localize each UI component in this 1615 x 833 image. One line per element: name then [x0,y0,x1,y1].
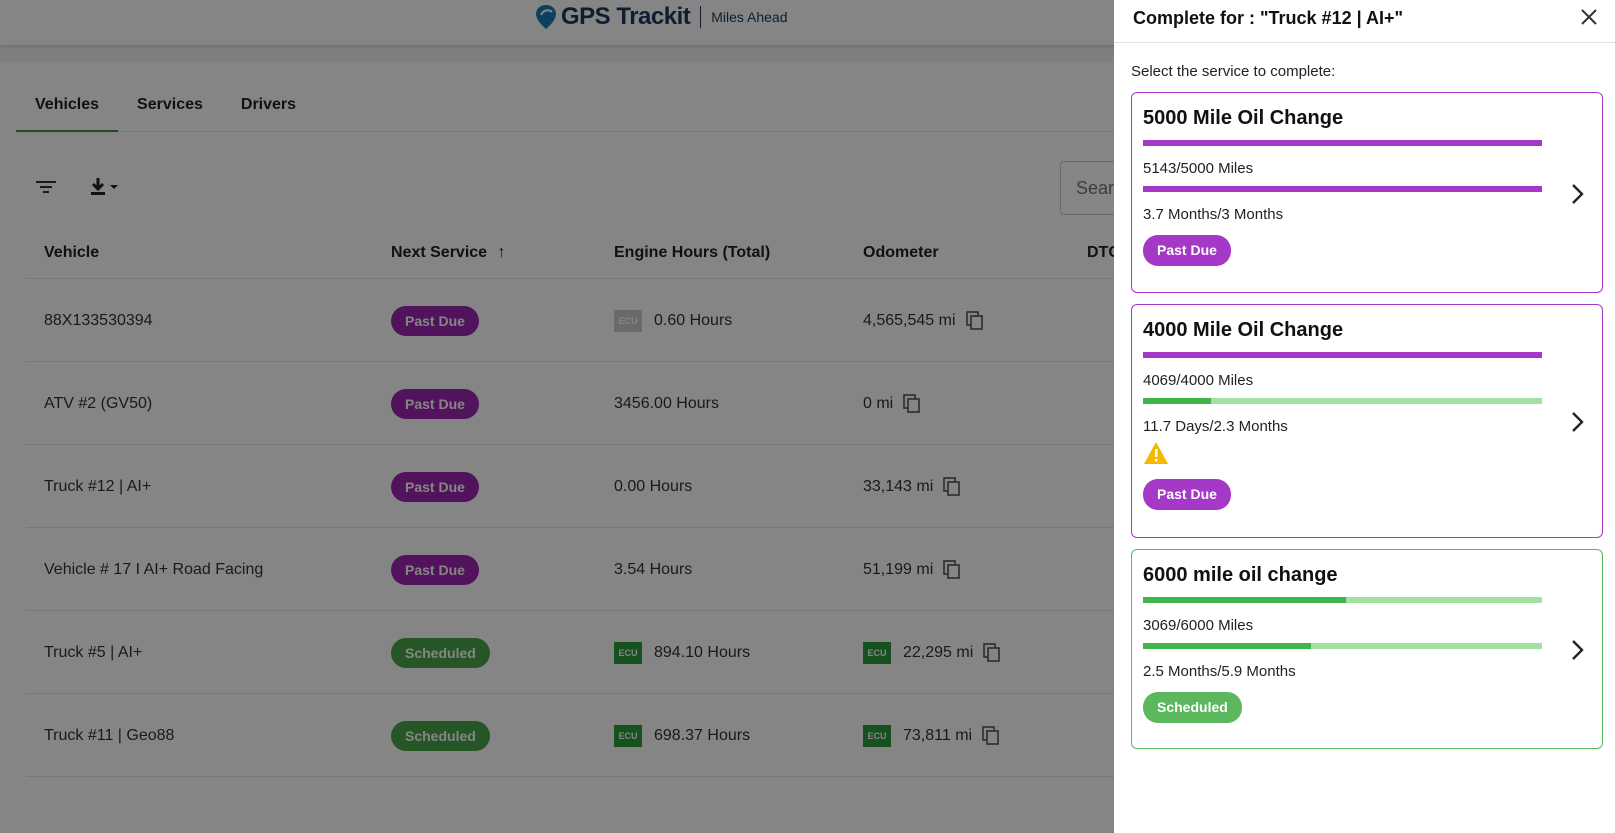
miles-text: 5143/5000 Miles [1143,160,1254,177]
miles-progress-bar [1143,398,1542,404]
status-badge: Past Due [1143,479,1231,510]
service-title: 5000 Mile Oil Change [1143,107,1344,129]
title-progress-fill [1143,352,1542,358]
service-title: 4000 Mile Oil Change [1143,319,1344,341]
miles-text: 4069/4000 Miles [1143,372,1254,389]
chevron-right-icon[interactable] [1569,638,1587,662]
title-progress-bar [1143,597,1542,603]
status-badge: Past Due [1143,235,1231,266]
title-progress-fill [1143,597,1347,603]
service-card[interactable]: 5000 Mile Oil Change 5143/5000 Miles 3.7… [1131,92,1603,293]
miles-text: 3069/6000 Miles [1143,617,1254,634]
miles-progress-bar [1143,643,1542,649]
time-text: 11.7 Days/2.3 Months [1143,418,1288,435]
miles-progress-bar [1143,186,1542,192]
warning-icon [1144,442,1168,464]
drawer-header: Complete for : "Truck #12 | AI+" [1114,0,1615,43]
time-text: 2.5 Months/5.9 Months [1143,663,1296,680]
close-icon[interactable] [1578,6,1600,28]
chevron-right-icon[interactable] [1569,182,1587,206]
service-card[interactable]: 6000 mile oil change 3069/6000 Miles 2.5… [1131,549,1603,749]
title-progress-bar [1143,352,1542,358]
title-progress-bar [1143,140,1542,146]
status-badge: Scheduled [1143,692,1242,723]
drawer-instruction: Select the service to complete: [1131,63,1336,80]
chevron-right-icon[interactable] [1569,410,1587,434]
drawer-title: Complete for : "Truck #12 | AI+" [1133,8,1404,28]
service-title: 6000 mile oil change [1143,564,1338,586]
time-text: 3.7 Months/3 Months [1143,206,1284,223]
complete-service-drawer: Complete for : "Truck #12 | AI+" Select … [1114,0,1615,833]
miles-progress-fill [1143,398,1211,404]
service-card[interactable]: 4000 Mile Oil Change 4069/4000 Miles 11.… [1131,304,1603,538]
miles-progress-fill [1143,186,1542,192]
miles-progress-fill [1143,643,1311,649]
title-progress-fill [1143,140,1542,146]
